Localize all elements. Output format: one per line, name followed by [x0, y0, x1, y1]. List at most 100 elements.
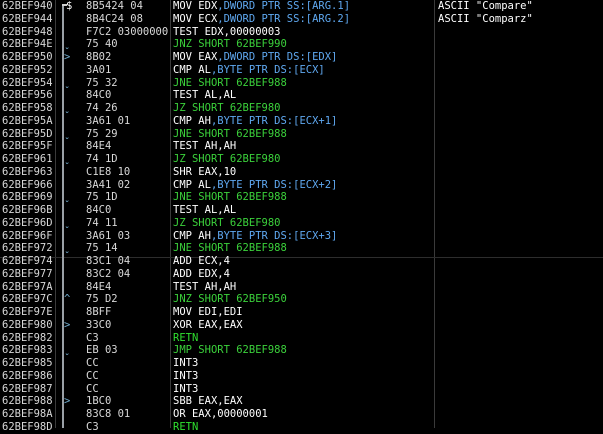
mnemonic: MOV [173, 12, 192, 25]
disasm-row[interactable]: 62BEF980 >33C0 XOR EAX,EAX [0, 319, 603, 332]
mnemonic: JZ [173, 216, 186, 229]
disasm-row[interactable]: 62BEF950 >8B02 MOV EAX,DWORD PTR DS:[EDX] [0, 51, 603, 64]
instruction-cell: JNZ SHORT 62BEF990 [173, 38, 287, 51]
jump-marker: > [64, 395, 71, 408]
instruction-cell: ADD ECX,4 [173, 255, 230, 268]
address-cell: 62BEF974 [2, 255, 53, 267]
disasm-row[interactable]: 62BEF958 ˬ 74 26 JZ SHORT 62BEF980 [0, 102, 603, 115]
disasm-row[interactable]: 62BEF94E ˬ 75 40 JNZ SHORT 62BEF990 [0, 38, 603, 51]
disasm-row[interactable]: 62BEF952 3A01 CMP AL,BYTE PTR DS:[ECX] [0, 64, 603, 77]
hex-bytes-cell: 8BFF [86, 306, 112, 318]
address-cell: 62BEF987 [2, 382, 53, 395]
disasm-row[interactable]: 62BEF95D ˬ 75 29 JNE SHORT 62BEF988 [0, 128, 603, 141]
mnemonic: CMP [173, 178, 192, 191]
instruction-cell: MOV EDI,EDI [173, 306, 243, 319]
disasm-row[interactable]: 62BEF988 >1BC0 SBB EAX,EAX [0, 395, 603, 408]
disasm-row[interactable]: 62BEF948 F7C2 03000000 TEST EDX,00000003 [0, 26, 603, 39]
mnemonic: JNE [173, 191, 192, 204]
hex-bytes-cell: 83C1 04 [86, 255, 131, 267]
address-cell: 62BEF969 [2, 191, 53, 204]
operand: AL [198, 178, 211, 191]
address-cell: 62BEF940 [2, 0, 53, 12]
hex-bytes-cell: C3 [86, 420, 99, 433]
instruction-cell: INT3 [173, 383, 198, 396]
operand: ,BYTE PTR DS:[ECX] [210, 63, 325, 76]
mnemonic: MOV [173, 51, 192, 63]
disasm-row[interactable]: 62BEF97C ^ 75 D2 JNZ SHORT 62BEF950 [0, 293, 603, 306]
disasm-row[interactable]: 62BEF963 C1E8 10 SHR EAX,10 [0, 166, 603, 179]
address-cell: 62BEF97C [2, 293, 53, 306]
instruction-cell: JNE SHORT 62BEF988 [173, 242, 287, 255]
address-cell: 62BEF986 [2, 369, 53, 382]
jump-marker: ˬ [64, 102, 71, 114]
mnemonic: CMP [173, 63, 192, 76]
operand: SHORT 62BEF988 [198, 344, 287, 357]
operand: ,EDI [217, 306, 243, 318]
jump-marker: ˬ [64, 191, 71, 204]
operand: AH [198, 114, 211, 127]
instruction-cell: TEST AL,AL [173, 204, 236, 217]
disasm-row[interactable]: 62BEF96D ˬ 74 11 JZ SHORT 62BEF980 [0, 217, 603, 230]
disassembly-pane[interactable]: 62BEF940 $8B5424 04 MOV EDX,DWORD PTR SS:[… [0, 0, 603, 433]
hex-bytes-cell: 84E4 [86, 280, 112, 293]
disasm-row[interactable]: 62BEF954 ˬ 75 32 JNE SHORT 62BEF988 [0, 77, 603, 90]
disasm-row[interactable]: 62BEF982 C3 RETN [0, 332, 603, 345]
hex-bytes-cell: 84C0 [86, 89, 112, 102]
instruction-cell: JMP SHORT 62BEF988 [173, 344, 287, 357]
instruction-cell: RETN [173, 421, 198, 434]
operand: AH [198, 229, 211, 242]
hex-bytes-cell: C1E8 10 [86, 165, 131, 178]
operand: EAX [198, 165, 218, 178]
disasm-row[interactable]: 62BEF97E 8BFF MOV EDI,EDI [0, 306, 603, 319]
disasm-row[interactable]: 62BEF98A 83C8 01 OR EAX,00000001 [0, 408, 603, 421]
disasm-row[interactable]: 62BEF96F 3A61 03 CMP AH,BYTE PTR DS:[ECX+3… [0, 230, 603, 243]
mnemonic: JZ [173, 153, 186, 165]
disasm-row[interactable]: 62BEF986 CC INT3 [0, 370, 603, 383]
address-cell: 62BEF983 [2, 344, 53, 357]
disasm-row[interactable]: 62BEF977 83C2 04 ADD EDX,4 [0, 268, 603, 281]
address-cell: 62BEF952 [2, 63, 53, 76]
disasm-row[interactable]: 62BEF95A 3A61 01 CMP AH,BYTE PTR DS:[ECX+1… [0, 115, 603, 128]
mnemonic: MOV [173, 0, 192, 12]
jump-marker: ˬ [64, 76, 71, 89]
disasm-row[interactable]: 62BEF944 8B4C24 08 MOV ECX,DWORD PTR SS:[A… [0, 13, 603, 26]
disasm-row[interactable]: 62BEF940 $8B5424 04 MOV EDX,DWORD PTR SS:[… [0, 0, 603, 13]
operand: SHORT 62BEF988 [198, 242, 287, 255]
instruction-cell: JZ SHORT 62BEF980 [173, 217, 281, 230]
address-cell: 62BEF956 [2, 89, 53, 102]
operand: ,BYTE PTR DS:[ECX+1] [210, 114, 338, 127]
hex-bytes-cell: 74 11 [86, 216, 118, 229]
disasm-row[interactable]: 62BEF966 3A41 02 CMP AL,BYTE PTR DS:[ECX+2… [0, 179, 603, 192]
instruction-cell: SBB EAX,EAX [173, 395, 243, 408]
mnemonic: TEST [173, 204, 199, 216]
disasm-row[interactable]: 62BEF95F 84E4 TEST AH,AH [0, 140, 603, 153]
mnemonic: JNE [173, 76, 192, 89]
disasm-row[interactable]: 62BEF972 ˬ 75 14 JNE SHORT 62BEF988 [0, 242, 603, 255]
disasm-row[interactable]: 62BEF97A 84E4 TEST AH,AH [0, 281, 603, 294]
disasm-row[interactable]: 62BEF961 ˬ 74 1D JZ SHORT 62BEF980 [0, 153, 603, 166]
operand: SHORT 62BEF990 [198, 38, 287, 51]
disasm-row[interactable]: 62BEF956 84C0 TEST AL,AL [0, 89, 603, 102]
disasm-row[interactable]: 62BEF987 CC INT3 [0, 383, 603, 396]
address-cell: 62BEF972 [2, 242, 53, 255]
mnemonic: CMP [173, 229, 192, 242]
operand: AH [204, 280, 218, 293]
operand: ,AL [217, 89, 237, 102]
address-cell: 62BEF961 [2, 153, 53, 165]
disasm-row[interactable]: 62BEF985 CC INT3 [0, 357, 603, 370]
mnemonic: TEST [173, 25, 199, 38]
address-cell: 62BEF985 [2, 357, 53, 369]
hex-bytes-cell: C3 [86, 331, 99, 344]
disasm-row[interactable]: 62BEF96B 84C0 TEST AL,AL [0, 204, 603, 217]
disasm-row[interactable]: 62BEF983 ˬ EB 03 JMP SHORT 62BEF988 [0, 344, 603, 357]
address-cell: 62BEF982 [2, 331, 53, 344]
hex-bytes-cell: 75 D2 [86, 293, 118, 306]
disasm-row[interactable]: 62BEF98D C3 RETN [0, 421, 603, 434]
hex-bytes-cell: 75 1D [86, 191, 118, 204]
mnemonic: TEST [173, 89, 199, 102]
hex-bytes-cell: 74 1D [86, 153, 118, 165]
disasm-row[interactable]: 62BEF969 ˬ 75 1D JNE SHORT 62BEF988 [0, 191, 603, 204]
disasm-row[interactable]: 62BEF974 83C1 04 ADD ECX,4 [0, 255, 603, 268]
operand: AL [198, 63, 211, 76]
hex-bytes-cell: 83C8 01 [86, 408, 131, 420]
